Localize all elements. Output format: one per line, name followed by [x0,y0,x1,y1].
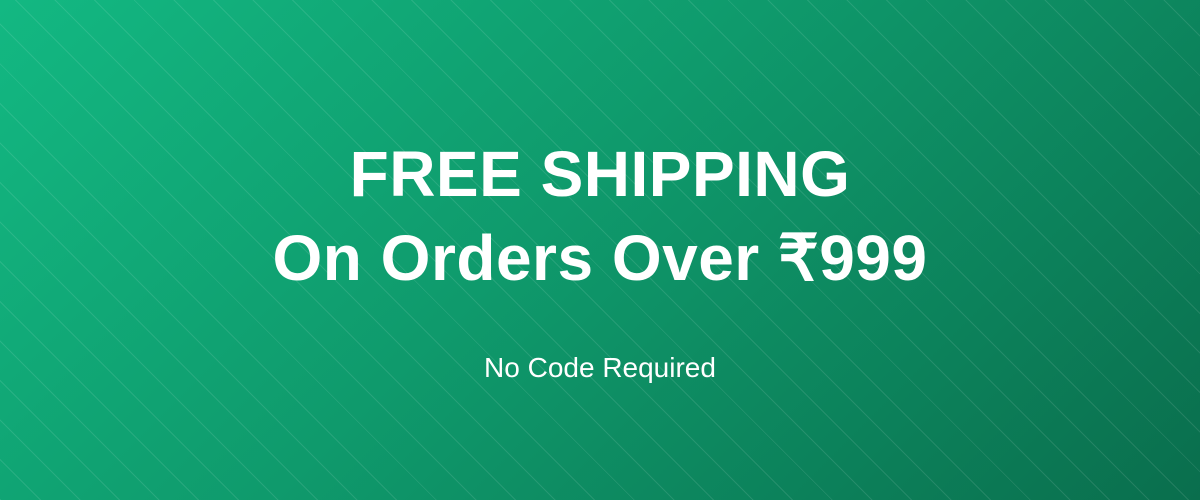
headline-order-threshold: On Orders Over ₹999 [272,222,928,294]
subtext-no-code: No Code Required [484,352,716,383]
banner-content: FREE SHIPPING On Orders Over ₹999 No Cod… [0,0,1200,500]
headline-free-shipping: FREE SHIPPING [349,138,851,210]
promo-banner: FREE SHIPPING On Orders Over ₹999 No Cod… [0,0,1200,500]
